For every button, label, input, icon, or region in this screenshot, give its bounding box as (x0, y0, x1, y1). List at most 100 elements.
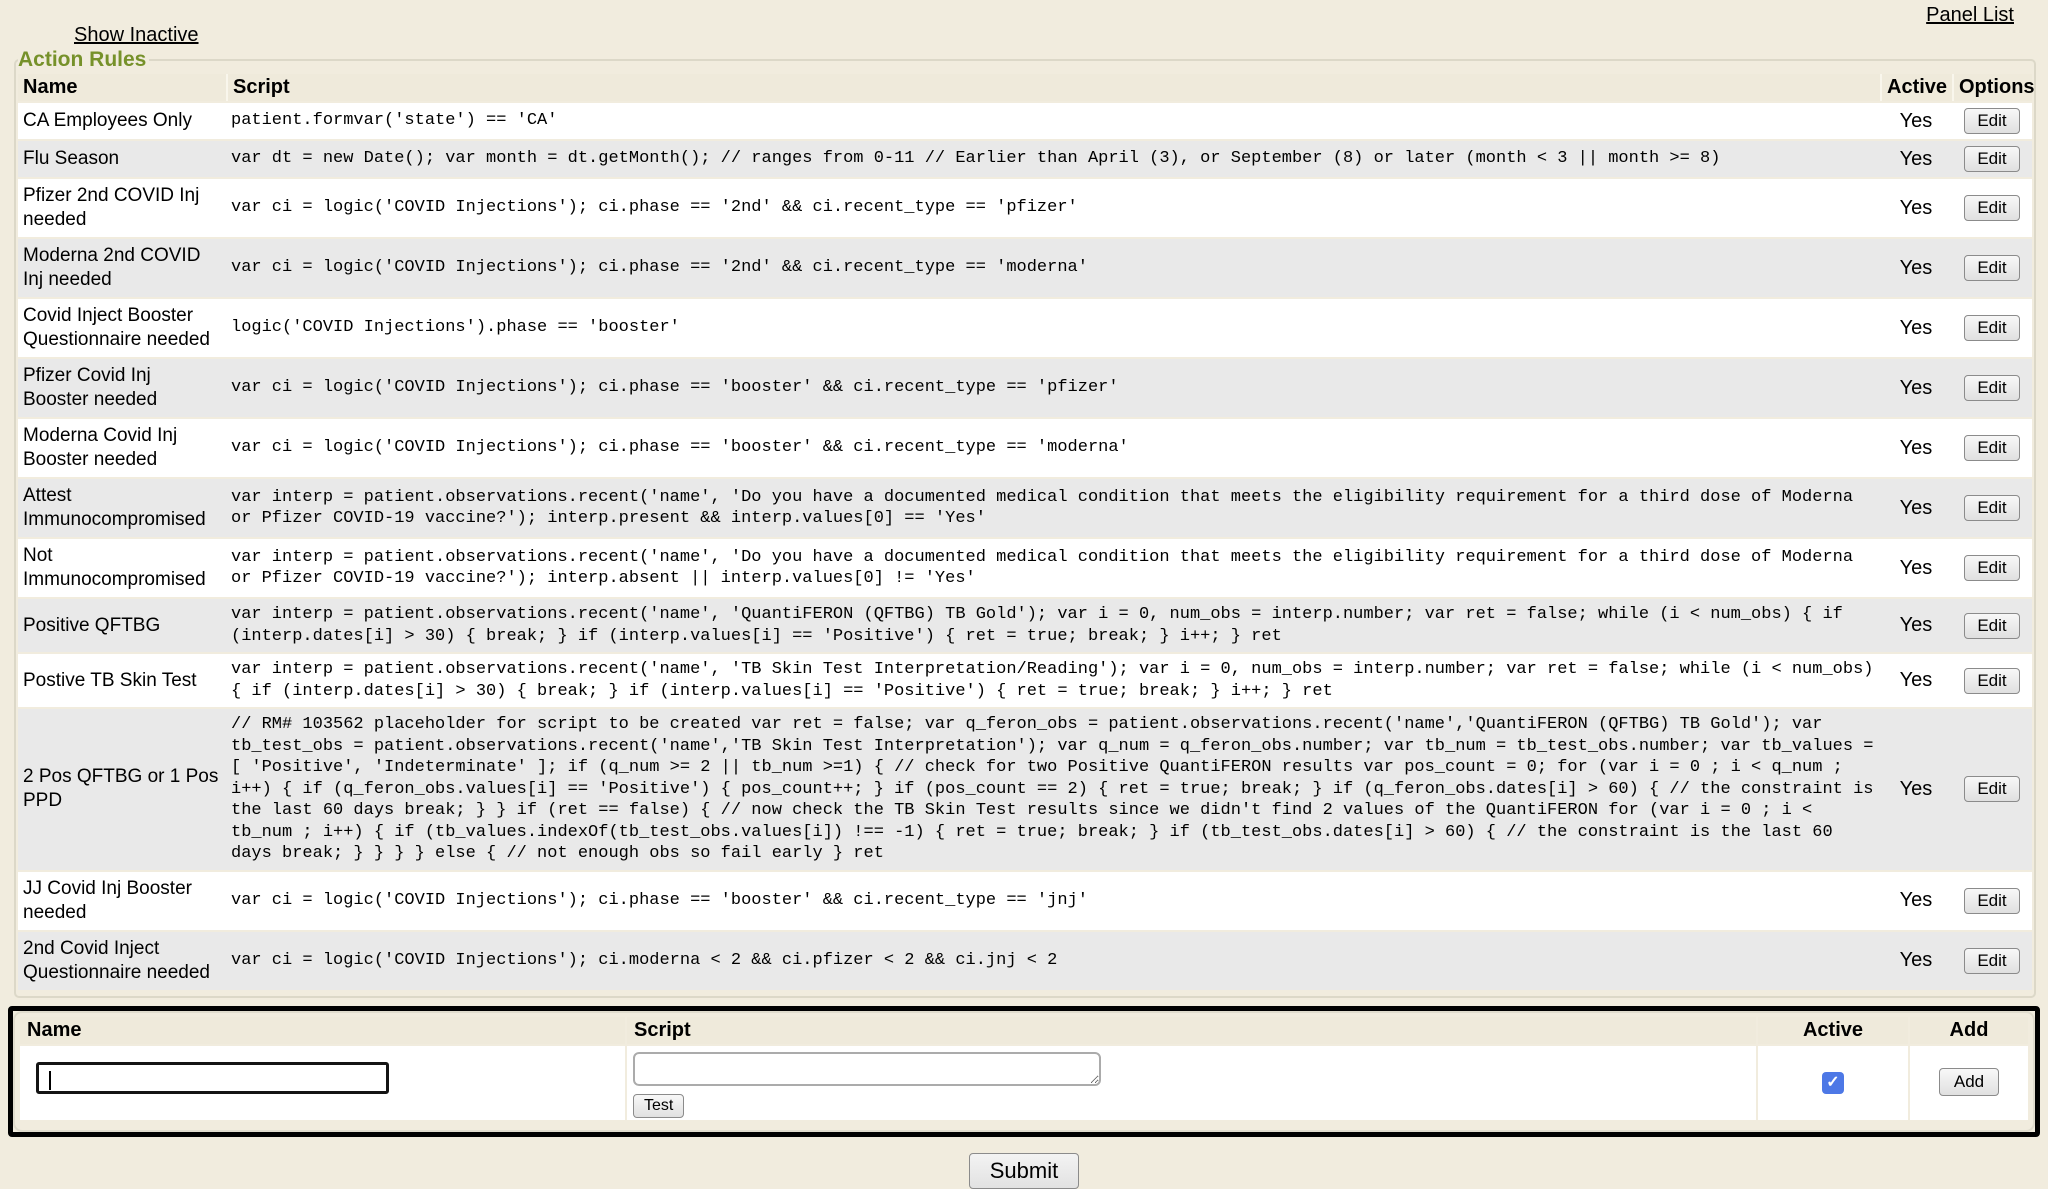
rule-name: Covid Inject Booster Questionnaire neede… (18, 299, 226, 357)
test-button[interactable]: Test (633, 1094, 684, 1118)
rule-script: var interp = patient.observations.recent… (226, 479, 1880, 537)
rule-name: 2 Pos QFTBG or 1 Pos PPD (18, 709, 226, 870)
rule-name: Positive QFTBG (18, 599, 226, 652)
table-row: JJ Covid Inj Booster needed var ci = log… (18, 872, 2032, 930)
add-rule-table: Name Script Active Add T (18, 1015, 2030, 1122)
rule-options-cell: Edit (1952, 299, 2032, 357)
table-row: 2nd Covid Inject Questionnaire needed va… (18, 932, 2032, 990)
rule-active-value: Yes (1880, 932, 1952, 990)
rule-options-cell: Edit (1952, 709, 2032, 870)
show-inactive-link[interactable]: Show Inactive (74, 24, 199, 47)
edit-button[interactable]: Edit (1964, 555, 2019, 581)
form-header-active: Active (1758, 1017, 1908, 1044)
form-header-script: Script (627, 1017, 1756, 1044)
rule-name: CA Employees Only (18, 103, 226, 139)
table-row: Pfizer Covid Inj Booster needed var ci =… (18, 359, 2032, 417)
rule-options-cell: Edit (1952, 539, 2032, 597)
edit-button[interactable]: Edit (1964, 435, 2019, 461)
rule-script: logic('COVID Injections').phase == 'boos… (226, 299, 1880, 357)
rules-header-row: Name Script Active Options (18, 74, 2032, 101)
table-row: Pfizer 2nd COVID Inj needed var ci = log… (18, 179, 2032, 237)
edit-button[interactable]: Edit (1964, 255, 2019, 281)
table-row: Not Immunocompromised var interp = patie… (18, 539, 2032, 597)
form-active-cell: ✓ (1758, 1046, 1908, 1120)
edit-button[interactable]: Edit (1964, 146, 2019, 172)
form-name-cell (20, 1046, 625, 1120)
rules-table: Name Script Active Options CA Employees … (18, 72, 2032, 992)
edit-button[interactable]: Edit (1964, 195, 2019, 221)
rule-active-value: Yes (1880, 239, 1952, 297)
submit-button[interactable]: Submit (969, 1153, 1079, 1189)
add-button[interactable]: Add (1939, 1068, 1999, 1096)
submit-row: Submit (0, 1153, 2048, 1189)
column-header-active: Active (1880, 74, 1952, 101)
rule-name: Flu Season (18, 141, 226, 177)
form-header-row: Name Script Active Add (20, 1017, 2028, 1044)
add-rule-form: Name Script Active Add T (8, 1006, 2040, 1137)
edit-button[interactable]: Edit (1964, 613, 2019, 639)
new-rule-script-textarea[interactable] (633, 1052, 1101, 1086)
text-caret (49, 1071, 51, 1090)
rule-options-cell: Edit (1952, 932, 2032, 990)
rule-script: // RM# 103562 placeholder for script to … (226, 709, 1880, 870)
rule-options-cell: Edit (1952, 103, 2032, 139)
form-add-cell: Add (1910, 1046, 2028, 1120)
rule-script: var interp = patient.observations.recent… (226, 599, 1880, 652)
new-rule-name-input[interactable] (36, 1062, 389, 1094)
rule-name: Attest Immunocompromised (18, 479, 226, 537)
rule-name: JJ Covid Inj Booster needed (18, 872, 226, 930)
active-checkbox[interactable]: ✓ (1822, 1072, 1844, 1094)
rule-active-value: Yes (1880, 709, 1952, 870)
add-rule-form-inner: Name Script Active Add T (13, 1011, 2035, 1132)
edit-button[interactable]: Edit (1964, 375, 2019, 401)
rule-name: Not Immunocompromised (18, 539, 226, 597)
edit-button[interactable]: Edit (1964, 495, 2019, 521)
top-bar: Show Inactive Panel List (0, 0, 2048, 48)
rule-active-value: Yes (1880, 654, 1952, 707)
rule-active-value: Yes (1880, 359, 1952, 417)
panel-title: Action Rules (18, 48, 149, 72)
rule-options-cell: Edit (1952, 239, 2032, 297)
rule-name: 2nd Covid Inject Questionnaire needed (18, 932, 226, 990)
rule-active-value: Yes (1880, 103, 1952, 139)
rule-active-value: Yes (1880, 419, 1952, 477)
panel-list-link[interactable]: Panel List (1926, 4, 2014, 27)
form-header-add: Add (1910, 1017, 2028, 1044)
edit-button[interactable]: Edit (1964, 668, 2019, 694)
edit-button[interactable]: Edit (1964, 315, 2019, 341)
rule-name: Pfizer 2nd COVID Inj needed (18, 179, 226, 237)
rule-options-cell: Edit (1952, 654, 2032, 707)
form-input-row: Test ✓ Add (20, 1046, 2028, 1120)
rule-active-value: Yes (1880, 539, 1952, 597)
table-row: Covid Inject Booster Questionnaire neede… (18, 299, 2032, 357)
edit-button[interactable]: Edit (1964, 948, 2019, 974)
rule-script: var ci = logic('COVID Injections'); ci.p… (226, 179, 1880, 237)
rule-options-cell: Edit (1952, 479, 2032, 537)
edit-button[interactable]: Edit (1964, 888, 2019, 914)
rule-options-cell: Edit (1952, 599, 2032, 652)
edit-button[interactable]: Edit (1964, 108, 2019, 134)
edit-button[interactable]: Edit (1964, 776, 2019, 802)
rule-active-value: Yes (1880, 179, 1952, 237)
table-row: Positive QFTBG var interp = patient.obse… (18, 599, 2032, 652)
table-row: CA Employees Only patient.formvar('state… (18, 103, 2032, 139)
rule-active-value: Yes (1880, 141, 1952, 177)
rule-active-value: Yes (1880, 299, 1952, 357)
rule-options-cell: Edit (1952, 359, 2032, 417)
table-row: Flu Season var dt = new Date(); var mont… (18, 141, 2032, 177)
rule-script: var ci = logic('COVID Injections'); ci.p… (226, 359, 1880, 417)
column-header-options: Options (1952, 74, 2032, 101)
rule-name: Pfizer Covid Inj Booster needed (18, 359, 226, 417)
rule-options-cell: Edit (1952, 179, 2032, 237)
table-row: Moderna Covid Inj Booster needed var ci … (18, 419, 2032, 477)
rule-script: var ci = logic('COVID Injections'); ci.p… (226, 419, 1880, 477)
table-row: Attest Immunocompromised var interp = pa… (18, 479, 2032, 537)
table-row: 2 Pos QFTBG or 1 Pos PPD // RM# 103562 p… (18, 709, 2032, 870)
form-header-name: Name (20, 1017, 625, 1044)
rule-script: var ci = logic('COVID Injections'); ci.p… (226, 239, 1880, 297)
rule-name: Moderna Covid Inj Booster needed (18, 419, 226, 477)
rule-script: var interp = patient.observations.recent… (226, 654, 1880, 707)
rule-script: patient.formvar('state') == 'CA' (226, 103, 1880, 139)
rule-name: Postive TB Skin Test (18, 654, 226, 707)
action-rules-panel: Action Rules Name Script Active Options … (14, 48, 2036, 998)
